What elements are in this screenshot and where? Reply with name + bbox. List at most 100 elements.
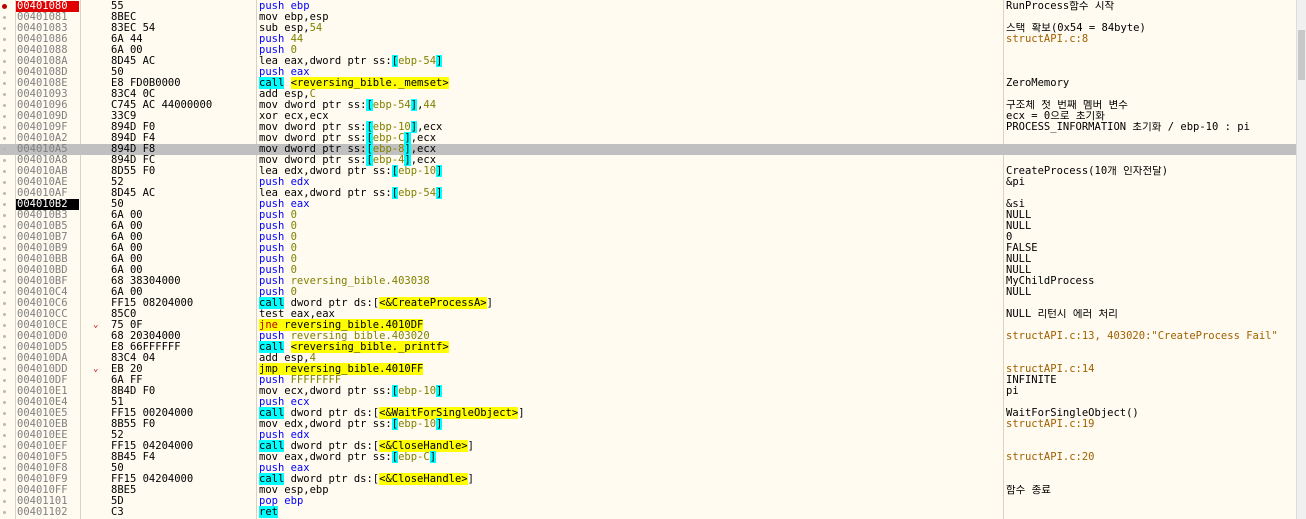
instruction-row[interactable]: 004010E1 8B4D F0 mov ecx,dword ptr ss:[ebp… xyxy=(0,385,1297,397)
instruction-row[interactable]: 004010B5 6A 00 push 0 NULL xyxy=(0,221,1297,232)
breakpoint-gutter[interactable] xyxy=(0,452,14,463)
comment[interactable]: ecx = 0으로 초기화 xyxy=(1006,111,1296,122)
breakpoint-gutter[interactable] xyxy=(0,177,14,188)
comment[interactable]: structAPI.c:14 xyxy=(1006,364,1296,375)
disassembly[interactable]: ret xyxy=(259,506,278,518)
breakpoint-gutter[interactable] xyxy=(0,441,14,452)
breakpoint-gutter[interactable] xyxy=(0,188,14,199)
instruction-row[interactable]: 004010A2 894D F4 mov dword ptr ss:[ebp-C],… xyxy=(0,132,1297,144)
breakpoint-gutter[interactable] xyxy=(0,507,14,518)
instruction-row[interactable]: 004010DD ⌄ EB 20 jmp reversing_bible.4010FF… xyxy=(0,363,1297,375)
instruction-row[interactable]: 004010CE ⌄ 75 0F jne reversing_bible.4010DF xyxy=(0,319,1297,331)
instruction-row[interactable]: 004010E4 51 push ecx xyxy=(0,397,1297,408)
instruction-row[interactable]: 004010C4 6A 00 push 0 NULL xyxy=(0,287,1297,298)
instruction-row[interactable]: 004010DA 83C4 04 add esp,4 xyxy=(0,353,1297,364)
breakpoint-gutter[interactable] xyxy=(0,12,14,23)
comment[interactable]: RunProcess함수 시작 xyxy=(1006,1,1296,12)
breakpoint-gutter[interactable] xyxy=(0,144,14,155)
instruction-row[interactable]: 004010B7 6A 00 push 00 xyxy=(0,232,1297,243)
instruction-row[interactable]: 004010E5 FF15 00204000 call dword ptr ds:[… xyxy=(0,407,1297,419)
instruction-row[interactable]: 0040108A 8D45 AC lea eax,dword ptr ss:[ebp… xyxy=(0,55,1297,67)
comment[interactable]: NULL xyxy=(1006,254,1296,265)
instruction-row[interactable]: 004010EE 52 push edx xyxy=(0,430,1297,441)
instruction-row[interactable]: 004010C6 FF15 08204000 call dword ptr ds:[… xyxy=(0,297,1297,309)
breakpoint-gutter[interactable] xyxy=(0,1,14,12)
breakpoint-gutter[interactable] xyxy=(0,386,14,397)
breakpoint-gutter[interactable] xyxy=(0,485,14,496)
breakpoint-gutter[interactable] xyxy=(0,353,14,364)
breakpoint-gutter[interactable] xyxy=(0,67,14,78)
breakpoint-gutter[interactable] xyxy=(0,232,14,243)
instruction-row[interactable]: 004010D0 68 20304000 push reversing_bible.… xyxy=(0,331,1297,342)
breakpoint-gutter[interactable] xyxy=(0,210,14,221)
instruction-row[interactable]: 004010AE 52 push edx &pi xyxy=(0,177,1297,188)
comment[interactable]: PROCESS_INFORMATION 초기화 / ebp-10 : pi xyxy=(1006,122,1296,133)
breakpoint-gutter[interactable] xyxy=(0,276,14,287)
instruction-row[interactable]: 004010D5 E8 66FFFFFF call <reversing_bible… xyxy=(0,341,1297,353)
breakpoint-gutter[interactable] xyxy=(0,254,14,265)
comment[interactable]: pi xyxy=(1006,386,1296,397)
breakpoint-gutter[interactable] xyxy=(0,397,14,408)
breakpoint-gutter[interactable] xyxy=(0,221,14,232)
comment[interactable]: NULL 리턴시 에러 처리 xyxy=(1006,309,1296,320)
disassembly-view[interactable]: 00401080 55 push ebp RunProcess함수 시작 0040108… xyxy=(0,0,1306,519)
instruction-row[interactable]: 004010A8 894D FC mov dword ptr ss:[ebp-4],… xyxy=(0,154,1297,166)
instruction-row[interactable]: 004010EF FF15 04204000 call dword ptr ds:[… xyxy=(0,440,1297,452)
breakpoint-gutter[interactable] xyxy=(0,133,14,144)
breakpoint-gutter[interactable] xyxy=(0,122,14,133)
instruction-row[interactable]: 004010BF 68 38304000 push reversing_bible.… xyxy=(0,276,1297,287)
address[interactable]: 00401102 xyxy=(16,507,79,518)
comment[interactable]: WaitForSingleObject() xyxy=(1006,408,1296,419)
breakpoint-gutter[interactable] xyxy=(0,331,14,342)
breakpoint-gutter[interactable] xyxy=(0,408,14,419)
breakpoint-gutter[interactable] xyxy=(0,320,14,331)
breakpoint-gutter[interactable] xyxy=(0,496,14,507)
instruction-row[interactable]: 00401096 C745 AC 44000000 mov dword ptr ss… xyxy=(0,99,1297,111)
instruction-row[interactable]: 004010F9 FF15 04204000 call dword ptr ds:[… xyxy=(0,473,1297,485)
instruction-row[interactable]: 004010AF 8D45 AC lea eax,dword ptr ss:[ebp… xyxy=(0,187,1297,199)
comment[interactable]: structAPI.c:8 xyxy=(1006,34,1296,45)
comment[interactable]: INFINITE xyxy=(1006,375,1296,386)
breakpoint-gutter[interactable] xyxy=(0,166,14,177)
comment[interactable]: 구조체 첫 번째 멤버 변수 xyxy=(1006,100,1296,111)
breakpoint-gutter[interactable] xyxy=(0,23,14,34)
breakpoint-gutter[interactable] xyxy=(0,243,14,254)
comment[interactable]: FALSE xyxy=(1006,243,1296,254)
breakpoint-gutter[interactable] xyxy=(0,56,14,67)
breakpoint-gutter[interactable] xyxy=(0,342,14,353)
breakpoint-gutter[interactable] xyxy=(0,155,14,166)
breakpoint-gutter[interactable] xyxy=(0,34,14,45)
instruction-row[interactable]: 00401088 6A 00 push 0 xyxy=(0,45,1297,56)
vertical-scrollbar[interactable] xyxy=(1296,0,1306,519)
instruction-row[interactable]: 004010DF 6A FF push FFFFFFFF INFINITE xyxy=(0,375,1297,386)
comment[interactable]: 0 xyxy=(1006,232,1296,243)
comment[interactable]: MyChildProcess xyxy=(1006,276,1296,287)
comment[interactable]: structAPI.c:13, 403020:"CreateProcess Fa… xyxy=(1006,331,1296,342)
instruction-row[interactable]: 0040108D 50 push eax xyxy=(0,67,1297,78)
breakpoint-gutter[interactable] xyxy=(0,364,14,375)
instruction-row[interactable]: 004010EB 8B55 F0 mov edx,dword ptr ss:[ebp… xyxy=(0,418,1297,430)
comment[interactable]: 함수 종료 xyxy=(1006,485,1296,496)
breakpoint-gutter[interactable] xyxy=(0,199,14,210)
scrollbar-thumb[interactable] xyxy=(1298,30,1305,80)
breakpoint-gutter[interactable] xyxy=(0,375,14,386)
breakpoint-gutter[interactable] xyxy=(0,430,14,441)
comment[interactable]: &si xyxy=(1006,199,1296,210)
instruction-row[interactable]: 004010A5 894D F8 mov dword ptr ss:[ebp-8],… xyxy=(0,143,1297,155)
breakpoint-gutter[interactable] xyxy=(0,309,14,320)
instruction-row[interactable]: 00401102 C3 ret xyxy=(0,506,1297,518)
comment[interactable]: CreateProcess(10개 인자전달) xyxy=(1006,166,1296,177)
instruction-row[interactable]: 0040109D 33C9 xor ecx,ecx ecx = 0으로 초기화 xyxy=(0,111,1297,122)
instruction-row[interactable]: 004010FF 8BE5 mov esp,ebp 함수 종료 xyxy=(0,485,1297,496)
comment[interactable]: structAPI.c:19 xyxy=(1006,419,1296,430)
instruction-row[interactable]: 0040109F 894D F0 mov dword ptr ss:[ebp-10]… xyxy=(0,121,1297,133)
instruction-row[interactable]: 00401080 55 push ebp RunProcess함수 시작 xyxy=(0,1,1297,12)
comment[interactable]: structAPI.c:20 xyxy=(1006,452,1296,463)
instruction-row[interactable]: 004010BD 6A 00 push 0 NULL xyxy=(0,265,1297,276)
instruction-row[interactable]: 00401081 8BEC mov ebp,esp xyxy=(0,12,1297,23)
breakpoint-gutter[interactable] xyxy=(0,474,14,485)
breakpoint-gutter[interactable] xyxy=(0,45,14,56)
breakpoint-gutter[interactable] xyxy=(0,287,14,298)
comment[interactable]: NULL xyxy=(1006,265,1296,276)
breakpoint-gutter[interactable] xyxy=(0,89,14,100)
